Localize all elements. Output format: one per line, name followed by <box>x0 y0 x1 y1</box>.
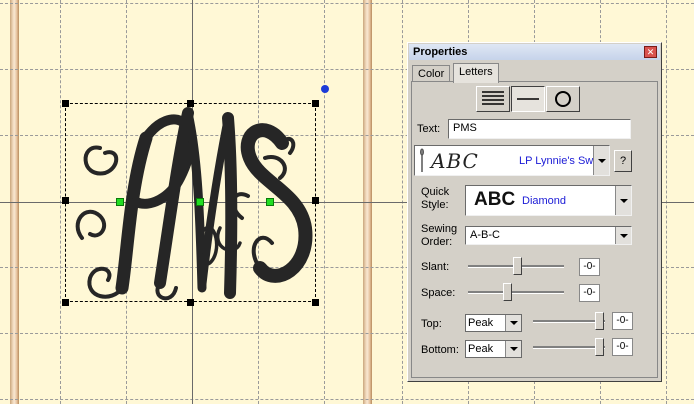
grid-line <box>0 399 694 400</box>
sewing-order-value: A-B-C <box>470 229 500 241</box>
resize-handle-top[interactable] <box>187 100 194 107</box>
sewing-order-label-line1: Sewing <box>421 223 458 235</box>
resize-handle-bottom[interactable] <box>187 299 194 306</box>
font-help-button[interactable]: ? <box>614 150 632 172</box>
chevron-down-icon[interactable] <box>615 227 631 244</box>
text-label: Text: <box>417 123 441 135</box>
text-input-value: PMS <box>453 122 477 134</box>
text-input[interactable]: PMS <box>448 119 631 139</box>
top-slider-thumb[interactable] <box>595 312 604 330</box>
bottom-slider-thumb[interactable] <box>595 338 604 356</box>
circle-icon <box>555 91 571 107</box>
chevron-down-icon[interactable] <box>505 315 521 331</box>
font-help-label: ? <box>619 155 627 167</box>
top-select[interactable]: Peak <box>465 314 522 332</box>
space-reset-button[interactable]: -0- <box>579 284 600 302</box>
layout-line-button[interactable] <box>511 86 545 112</box>
font-name: LP Lynnie's Swir <box>519 155 600 167</box>
top-reset-button[interactable]: -0- <box>612 312 633 330</box>
bottom-select-value: Peak <box>468 343 494 355</box>
space-slider-thumb[interactable] <box>503 283 512 301</box>
top-label: Top: <box>421 318 442 330</box>
letter-node-handle[interactable] <box>266 198 274 206</box>
slant-label: Slant: <box>421 261 450 273</box>
quick-style-label: Quick Style: <box>421 186 449 212</box>
bottom-select[interactable]: Peak <box>465 340 522 358</box>
chevron-down-icon[interactable] <box>505 341 521 357</box>
chevron-down-icon[interactable] <box>615 186 631 215</box>
selection-box[interactable] <box>65 103 316 302</box>
quick-style-name: Diamond <box>522 195 567 207</box>
sewing-order-label-line2: Order: <box>421 236 453 248</box>
properties-panel: Properties ✕ Color Letters Text: PMS ABC… <box>407 42 662 382</box>
line-straight-icon <box>517 98 539 100</box>
letter-node-handle[interactable] <box>116 198 124 206</box>
needle-icon <box>420 148 424 172</box>
sewing-order-select[interactable]: A-B-C <box>465 226 632 245</box>
quick-style-select[interactable]: ABC Diamond <box>465 185 632 216</box>
slant-reset-button[interactable]: -0- <box>579 258 600 276</box>
space-label: Space: <box>421 287 456 299</box>
font-select[interactable]: ABC LP Lynnie's Swir <box>414 145 610 176</box>
bottom-label: Bottom: <box>421 344 459 356</box>
quick-style-label-line2: Style: <box>421 199 449 211</box>
resize-handle-top-left[interactable] <box>62 100 69 107</box>
chevron-down-icon[interactable] <box>593 146 609 175</box>
layout-multiline-button[interactable] <box>476 86 510 112</box>
bottom-reset-button[interactable]: -0- <box>612 338 633 356</box>
quick-style-label-line1: Quick <box>421 186 450 198</box>
tab-label: Color <box>418 68 445 80</box>
rotate-handle[interactable] <box>321 85 329 93</box>
grid-line <box>0 3 694 4</box>
resize-handle-left[interactable] <box>62 197 69 204</box>
resize-handle-top-right[interactable] <box>312 100 319 107</box>
panel-title: Properties <box>413 46 468 58</box>
layout-circle-button[interactable] <box>546 86 580 112</box>
space-slider-track[interactable] <box>468 291 564 294</box>
font-preview: ABC <box>431 149 479 173</box>
lines-multi-icon <box>482 91 504 105</box>
panel-title-bar[interactable]: Properties ✕ <box>409 44 660 60</box>
resize-handle-bottom-left[interactable] <box>62 299 69 306</box>
resize-handle-bottom-right[interactable] <box>312 299 319 306</box>
tab-label: Letters <box>459 66 493 78</box>
letter-node-handle[interactable] <box>196 198 204 206</box>
tab-letters[interactable]: Letters <box>453 63 499 83</box>
sewing-order-label: Sewing Order: <box>421 223 457 249</box>
close-icon[interactable]: ✕ <box>644 46 657 58</box>
top-select-value: Peak <box>468 317 494 329</box>
resize-handle-right[interactable] <box>312 197 319 204</box>
quick-style-preview: ABC <box>474 189 516 210</box>
slant-slider-thumb[interactable] <box>513 257 522 275</box>
